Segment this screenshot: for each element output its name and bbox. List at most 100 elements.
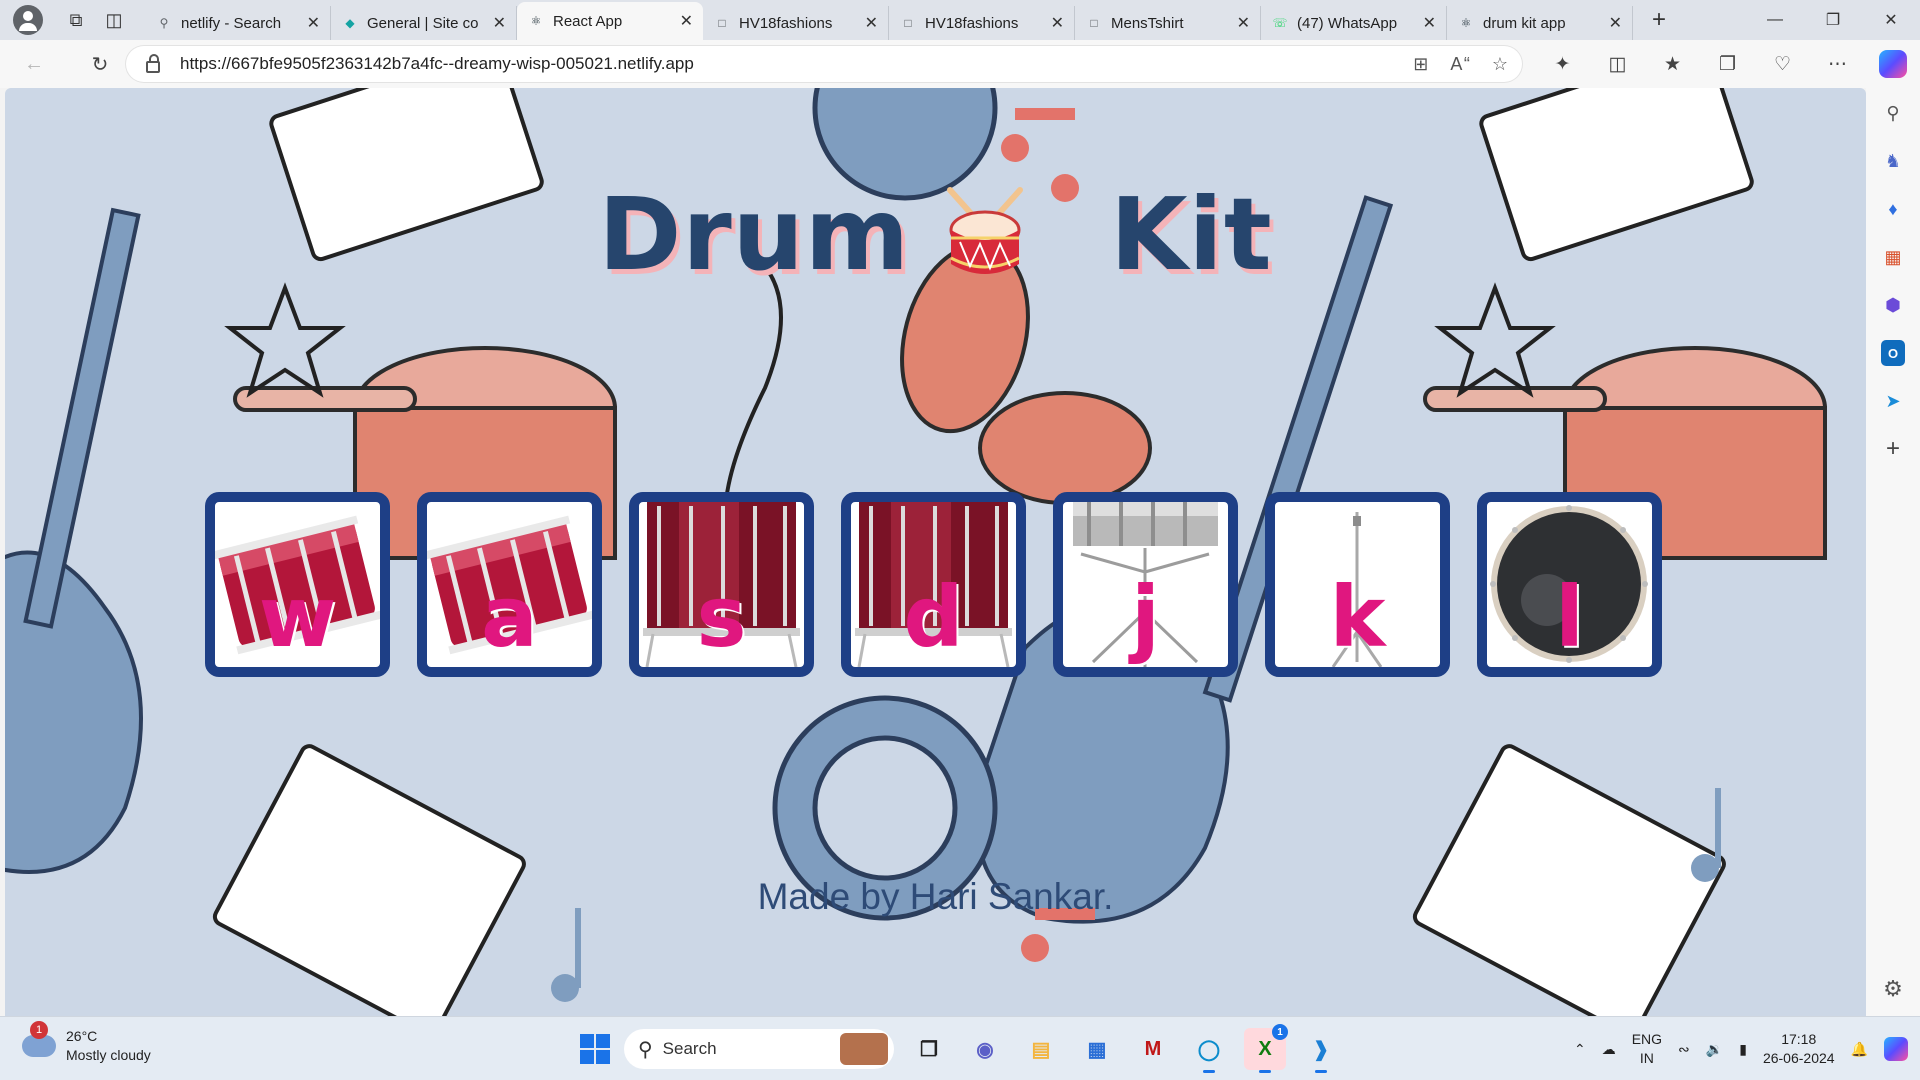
battery-icon[interactable]: ▮: [1739, 1041, 1747, 1058]
vertical-tabs-icon[interactable]: ◫: [97, 5, 131, 35]
clock[interactable]: 17:18 26-06-2024: [1763, 1030, 1835, 1068]
weather-condition: Mostly cloudy: [66, 1047, 151, 1063]
vscode-icon[interactable]: ❱: [1300, 1028, 1342, 1073]
drum-pad-key-label: l: [1555, 568, 1584, 666]
read-aloud-icon[interactable]: A “: [1450, 54, 1470, 75]
copilot-icon[interactable]: [1865, 50, 1920, 78]
close-tab-icon[interactable]: ✕: [1237, 13, 1250, 33]
microsoft-store-icon[interactable]: ▦: [1076, 1028, 1118, 1070]
new-tab-button[interactable]: +: [1639, 3, 1679, 37]
language-indicator[interactable]: ENG IN: [1632, 1030, 1662, 1068]
url-text[interactable]: https://667bfe9505f2363142b7a4fc--dreamy…: [180, 54, 694, 74]
outlook-icon[interactable]: O: [1881, 340, 1905, 366]
windows-taskbar: 1 26°C Mostly cloudy ⚲ Search ❐ ◉ ▤ ▦ M …: [0, 1016, 1920, 1080]
microsoft365-icon[interactable]: ⬢: [1881, 292, 1905, 318]
copilot-taskbar-icon[interactable]: [1884, 1037, 1908, 1061]
browser-tab[interactable]: ⚲ netlify - Search ✕: [145, 6, 331, 40]
app-available-icon[interactable]: ⊞: [1413, 54, 1428, 75]
close-tab-icon[interactable]: ✕: [1423, 13, 1436, 33]
show-hidden-icons-chevron-icon[interactable]: ⌃: [1574, 1041, 1586, 1058]
tab-title: MensTshirt: [1111, 14, 1184, 32]
browser-tab[interactable]: ⚛ drum kit app ✕: [1447, 6, 1633, 40]
workspaces-icon[interactable]: ⧉: [59, 5, 93, 35]
close-window-icon[interactable]: ✕: [1862, 0, 1920, 40]
tab-title: drum kit app: [1483, 14, 1566, 32]
drum-pad-row: w asdjk l: [205, 492, 1662, 677]
profile-avatar-icon[interactable]: [13, 5, 43, 35]
browser-tab[interactable]: □ HV18fashions ✕: [703, 6, 889, 40]
drum-icon: [947, 187, 1023, 274]
drum-pad-key-label: w: [258, 568, 337, 666]
browser-tab[interactable]: □ HV18fashions ✕: [889, 6, 1075, 40]
weather-widget[interactable]: 1 26°C Mostly cloudy: [22, 1021, 151, 1065]
tab-title: HV18fashions: [739, 14, 833, 32]
shopping-tag-icon[interactable]: ♦: [1881, 196, 1905, 222]
close-tab-icon[interactable]: ✕: [680, 11, 693, 31]
lock-icon[interactable]: [146, 54, 160, 73]
drum-pad-key-label: k: [1329, 568, 1386, 666]
mcafee-icon[interactable]: M: [1132, 1028, 1174, 1070]
browser-tab[interactable]: □ MensTshirt ✕: [1075, 6, 1261, 40]
extensions-icon[interactable]: ✦: [1535, 53, 1590, 76]
more-menu-icon[interactable]: ⋯: [1810, 53, 1865, 76]
wifi-icon[interactable]: ∾: [1678, 1041, 1690, 1058]
send-icon[interactable]: ➤: [1881, 388, 1905, 414]
close-tab-icon[interactable]: ✕: [1609, 13, 1622, 33]
search-icon[interactable]: ⚲: [1881, 100, 1905, 126]
taskbar-search[interactable]: ⚲ Search: [624, 1029, 894, 1069]
browser-toolbar: ← ↻ https://667bfe9505f2363142b7a4fc--dr…: [0, 40, 1920, 88]
language-code: ENG: [1631, 1031, 1663, 1047]
volume-icon[interactable]: 🔉: [1706, 1041, 1723, 1058]
address-bar[interactable]: https://667bfe9505f2363142b7a4fc--dreamy…: [126, 46, 1522, 82]
tab-title: netlify - Search: [181, 14, 282, 32]
tools-icon[interactable]: ▦: [1881, 244, 1905, 270]
drum-pad-s[interactable]: s: [629, 492, 814, 677]
drum-pad-key-label: d: [903, 568, 964, 666]
refresh-button[interactable]: ↻: [80, 46, 120, 82]
drum-kit-page: Drum Kit w a s d j k l Made by Hari Sankar.: [5, 88, 1866, 1016]
page-icon: □: [718, 16, 726, 30]
close-tab-icon[interactable]: ✕: [865, 13, 878, 33]
collections-icon[interactable]: ❐: [1700, 53, 1755, 76]
minimize-icon[interactable]: —: [1746, 0, 1804, 40]
system-tray: ⌃ ☁ ENG IN ∾ 🔉 ▮ 17:18 26-06-2024 🔔: [1574, 1025, 1908, 1073]
weather-temp: 26°C: [66, 1028, 98, 1044]
file-explorer-icon[interactable]: ▤: [1020, 1028, 1062, 1070]
weather-badge: 1: [30, 1021, 48, 1039]
drum-pad-w[interactable]: w: [205, 492, 390, 677]
favorite-star-icon[interactable]: ☆: [1492, 54, 1508, 75]
browser-tab[interactable]: ☏ (47) WhatsApp ✕: [1261, 6, 1447, 40]
browser-tab[interactable]: ◆ General | Site co ✕: [331, 6, 517, 40]
add-sidebar-app-icon[interactable]: +: [1881, 435, 1905, 462]
restore-icon[interactable]: ❐: [1804, 0, 1862, 40]
browser-tab[interactable]: ⚛ React App ✕: [517, 2, 703, 40]
browser-essentials-icon[interactable]: ♡: [1755, 53, 1810, 76]
drum-pad-a[interactable]: a: [417, 492, 602, 677]
footer-credit: Made by Hari Sankar.: [757, 876, 1114, 917]
edge-browser-icon[interactable]: ◯: [1188, 1028, 1230, 1073]
xbox-icon[interactable]: X1: [1244, 1024, 1288, 1073]
clock-time: 17:18: [1781, 1031, 1817, 1047]
drum-pad-l[interactable]: l: [1477, 492, 1662, 677]
title-word-drum: Drum: [598, 176, 911, 293]
notifications-bell-icon[interactable]: 🔔: [1851, 1041, 1868, 1058]
teams-chat-icon[interactable]: ◉: [964, 1028, 1006, 1070]
windows-start-icon[interactable]: [580, 1034, 610, 1064]
split-screen-icon[interactable]: ◫: [1590, 53, 1645, 76]
chess-icon[interactable]: ♞: [1881, 148, 1905, 174]
search-icon: ⚲: [159, 16, 169, 30]
favorites-icon[interactable]: ★: [1645, 53, 1700, 76]
browser-tab-strip: ⧉ ◫ ⚲ netlify - Search ✕ ◆ General | Site co…: [0, 0, 1920, 40]
drum-pad-key-label: a: [481, 568, 538, 666]
task-view-icon[interactable]: ❐: [908, 1028, 950, 1070]
close-tab-icon[interactable]: ✕: [307, 13, 320, 33]
title-word-kit: Kit: [1110, 176, 1273, 293]
drum-pad-j[interactable]: j: [1053, 492, 1238, 677]
sidebar-settings-icon[interactable]: ⚙: [1881, 976, 1905, 1002]
drum-pad-d[interactable]: d: [841, 492, 1026, 677]
drum-pad-k[interactable]: k: [1265, 492, 1450, 677]
close-tab-icon[interactable]: ✕: [493, 13, 506, 33]
back-button[interactable]: ←: [14, 46, 54, 82]
onedrive-icon[interactable]: ☁: [1602, 1041, 1616, 1058]
close-tab-icon[interactable]: ✕: [1051, 13, 1064, 33]
